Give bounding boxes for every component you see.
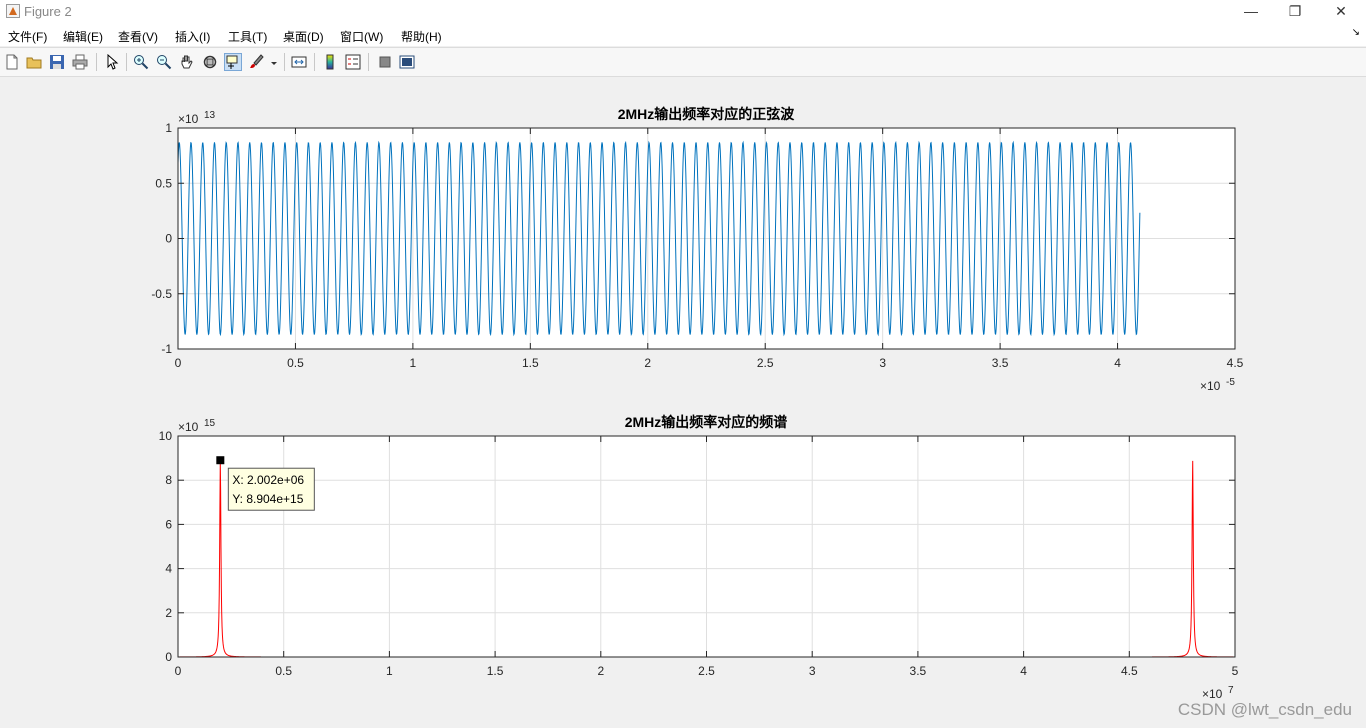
y-tick-label: 8 <box>165 473 172 487</box>
x-tick-label: 4.5 <box>1121 664 1138 678</box>
x-tick-label: 2.5 <box>757 356 774 370</box>
legend-icon[interactable] <box>345 54 361 70</box>
menu-view[interactable]: 查看(V) <box>118 28 158 45</box>
restore-button[interactable]: ❐ <box>1272 0 1318 24</box>
x-tick-label: 3 <box>809 664 816 678</box>
menu-overflow-icon[interactable]: ↘ <box>1352 27 1360 38</box>
colorbar-icon[interactable] <box>322 54 338 70</box>
menu-desktop[interactable]: 桌面(D) <box>283 28 324 45</box>
y-tick-label: 4 <box>165 562 172 576</box>
select-arrow-icon[interactable] <box>104 54 120 70</box>
toolbar-separator <box>96 53 97 71</box>
menu-bar: 文件(F) 编辑(E) 查看(V) 插入(I) 工具(T) 桌面(D) 窗口(W… <box>0 24 1366 46</box>
menu-file[interactable]: 文件(F) <box>8 28 47 45</box>
close-button[interactable]: ✕ <box>1318 0 1364 24</box>
y-tick-label: -1 <box>161 342 172 356</box>
figure-toolbar <box>0 47 1366 77</box>
save-icon[interactable] <box>49 54 65 70</box>
toolbar-separator <box>368 53 369 71</box>
x-exponent-power: -5 <box>1226 377 1235 388</box>
y-exponent-power: 13 <box>204 110 216 121</box>
matlab-figure-icon <box>6 4 20 18</box>
x-tick-label: 4 <box>1020 664 1027 678</box>
menu-help[interactable]: 帮助(H) <box>401 28 442 45</box>
y-tick-label: 6 <box>165 517 172 531</box>
figure-canvas[interactable]: 0 0.5 1 1.5 2 2.5 3 3.5 4 4.5 -1 -0.5 0 0.5 1 2MHz输出频率… <box>0 75 1366 728</box>
menu-edit[interactable]: 编辑(E) <box>63 28 103 45</box>
y-exponent-base: ×10 <box>178 112 199 126</box>
toolbar-separator <box>314 53 315 71</box>
menu-tools[interactable]: 工具(T) <box>228 28 267 45</box>
x-tick-label: 1 <box>386 664 393 678</box>
window-title: Figure 2 <box>24 4 72 19</box>
y-exponent-base: ×10 <box>178 420 199 434</box>
data-tip-y: Y: 8.904e+15 <box>232 492 303 506</box>
menu-insert[interactable]: 插入(I) <box>175 28 210 45</box>
x-tick-label: 1.5 <box>522 356 539 370</box>
menu-window[interactable]: 窗口(W) <box>340 28 383 45</box>
x-tick-label: 2 <box>597 664 604 678</box>
x-tick-label: 2 <box>644 356 651 370</box>
data-tip-marker[interactable] <box>216 456 225 465</box>
print-icon[interactable] <box>72 54 88 70</box>
x-tick-label: 0 <box>175 664 182 678</box>
x-tick-label: 0.5 <box>287 356 304 370</box>
chevron-down-icon[interactable] <box>269 54 279 70</box>
y-tick-label: 0 <box>165 232 172 246</box>
x-tick-label: 1.5 <box>487 664 504 678</box>
toolbar-separator <box>284 53 285 71</box>
x-tick-label: 1 <box>410 356 417 370</box>
y-tick-label: 1 <box>165 121 172 135</box>
minimize-button[interactable]: — <box>1228 0 1274 24</box>
axes-spectrum[interactable]: 0 0.5 1 1.5 2 2.5 3 3.5 4 4.5 5 0 2 4 6 8 10 2MHz输出频率对应的… <box>159 414 1239 701</box>
x-tick-label: 0.5 <box>275 664 292 678</box>
x-tick-label: 0 <box>175 356 182 370</box>
brush-icon[interactable] <box>248 54 264 70</box>
axes-title: 2MHz输出频率对应的正弦波 <box>618 106 796 122</box>
x-exponent-base: ×10 <box>1202 687 1223 701</box>
new-figure-icon[interactable] <box>4 54 20 70</box>
axes-sine-wave[interactable]: 0 0.5 1 1.5 2 2.5 3 3.5 4 4.5 -1 -0.5 0 0.5 1 2MHz输出频率… <box>151 106 1243 393</box>
window-title-bar: Figure 2 — ❐ ✕ <box>0 0 1366 24</box>
y-tick-label: 10 <box>159 429 173 443</box>
x-tick-label: 2.5 <box>698 664 715 678</box>
hide-plot-tools-icon[interactable] <box>377 54 393 70</box>
pan-hand-icon[interactable] <box>179 54 195 70</box>
y-tick-label: 0 <box>165 650 172 664</box>
zoom-in-icon[interactable] <box>133 54 149 70</box>
y-tick-label: 2 <box>165 606 172 620</box>
x-tick-label: 3 <box>879 356 886 370</box>
y-tick-label: 0.5 <box>155 176 172 190</box>
x-tick-label: 5 <box>1232 664 1239 678</box>
zoom-out-icon[interactable] <box>156 54 172 70</box>
y-tick-label: -0.5 <box>151 287 172 301</box>
x-tick-label: 3.5 <box>992 356 1009 370</box>
watermark: CSDN @lwt_csdn_edu <box>1177 700 1352 719</box>
x-exponent-base: ×10 <box>1200 379 1221 393</box>
axes-title: 2MHz输出频率对应的频谱 <box>625 414 788 430</box>
data-cursor-icon[interactable] <box>224 53 242 71</box>
x-tick-label: 4.5 <box>1227 356 1244 370</box>
show-plot-tools-icon[interactable] <box>399 54 415 70</box>
rotate-3d-icon[interactable] <box>202 54 218 70</box>
link-plot-icon[interactable] <box>291 54 307 70</box>
data-tip-x: X: 2.002e+06 <box>232 473 304 487</box>
y-exponent-power: 15 <box>204 418 216 429</box>
x-exponent-power: 7 <box>1228 685 1234 696</box>
x-tick-label: 3.5 <box>910 664 927 678</box>
toolbar-separator <box>126 53 127 71</box>
x-tick-label: 4 <box>1114 356 1121 370</box>
open-file-icon[interactable] <box>26 54 42 70</box>
